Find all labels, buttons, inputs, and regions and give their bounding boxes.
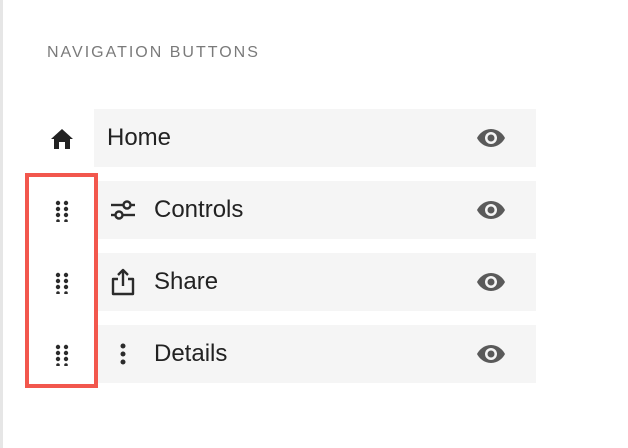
nav-item-label: Details — [154, 340, 228, 367]
drag-handles-highlight — [25, 173, 98, 388]
panel-left-border — [0, 0, 3, 448]
eye-icon[interactable] — [476, 271, 506, 293]
eye-icon[interactable] — [476, 199, 506, 221]
share-icon — [108, 267, 138, 297]
sliders-icon — [108, 195, 138, 225]
home-icon — [47, 124, 77, 154]
eye-icon[interactable] — [476, 343, 506, 365]
nav-item-details[interactable]: Details — [94, 325, 536, 383]
nav-item-label: Share — [154, 268, 219, 295]
nav-item-home[interactable]: Home — [94, 109, 536, 167]
nav-item-label: Home — [107, 124, 172, 151]
nav-item-share[interactable]: Share — [94, 253, 536, 311]
nav-item-label: Controls — [154, 196, 244, 223]
section-title: NAVIGATION BUTTONS — [47, 44, 260, 61]
more-vertical-icon — [108, 339, 138, 369]
nav-item-controls[interactable]: Controls — [94, 181, 536, 239]
eye-icon[interactable] — [476, 127, 506, 149]
